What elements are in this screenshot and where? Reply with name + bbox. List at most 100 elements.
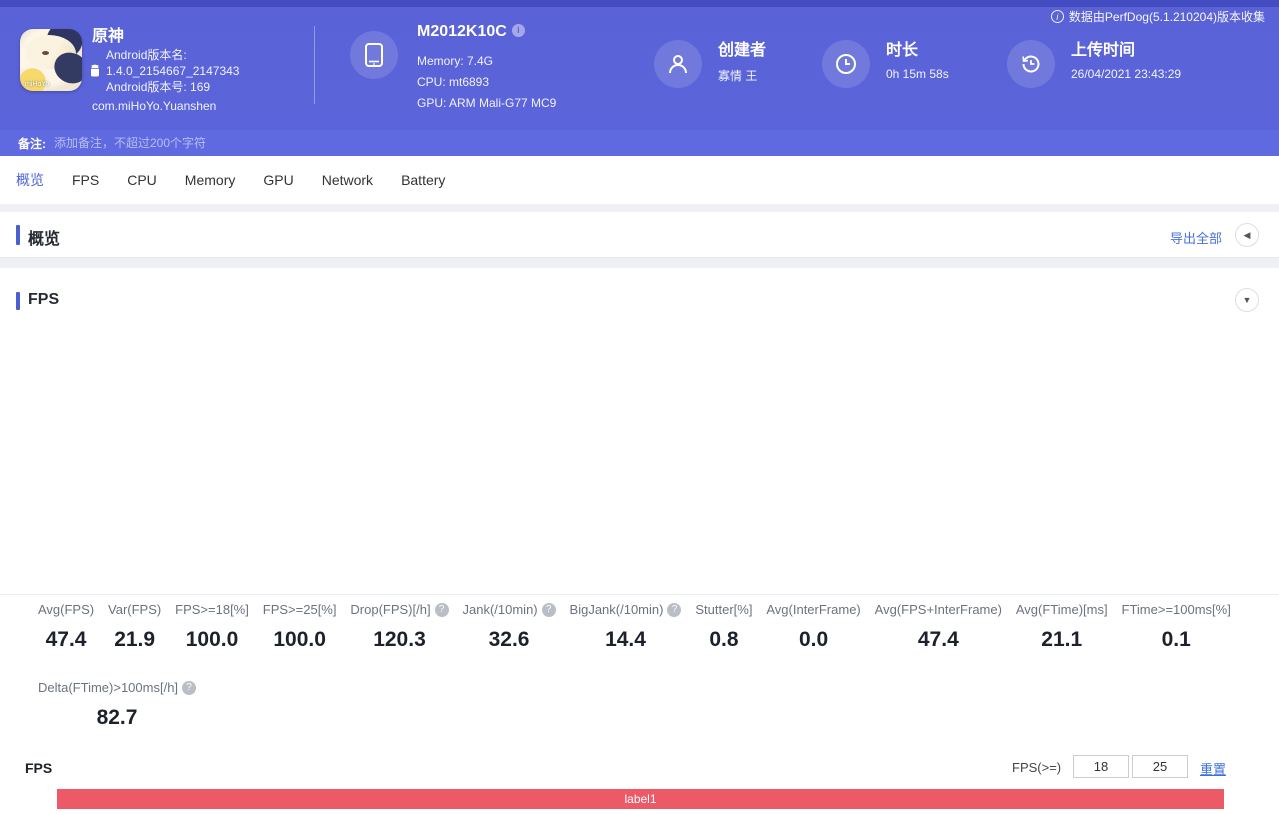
duration-label: 时长 (886, 36, 918, 60)
note-label: 备注: (18, 135, 46, 152)
accent-bar (16, 225, 20, 245)
upload-time-value: 26/04/2021 23:43:29 (1071, 67, 1181, 81)
stat-FPS>=25[%]: FPS>=25[%] 100.0 (263, 602, 337, 652)
stat-Avg(FTime)[ms]: Avg(FTime)[ms] 21.1 (1016, 602, 1108, 652)
stat-label: Avg(FPS+InterFrame) (875, 602, 1002, 617)
fps-stats-row: Avg(FPS)47.4Var(FPS)21.9FPS>=18[%]100.0F… (0, 602, 1279, 652)
upload-time-label: 上传时间 (1071, 36, 1135, 60)
stat-Delta(FTime)>100ms[/h]: Delta(FTime)>100ms[/h]? 82.7 (38, 680, 196, 730)
phone-icon (363, 42, 385, 68)
report-header: miHoYo 原神 Android版本名: 1.4.0_2154667_2147… (0, 0, 1279, 130)
perfdog-report-page: miHoYo 原神 Android版本名: 1.4.0_2154667_2147… (0, 0, 1279, 814)
app-name: 原神 (92, 22, 124, 46)
stat-Avg(FPS): Avg(FPS)47.4 (38, 602, 94, 652)
overview-title: 概览 (28, 225, 60, 249)
fps-stats-row-2: Delta(FTime)>100ms[/h]? 82.7 (38, 680, 196, 730)
tab-FPS[interactable]: FPS (72, 172, 99, 188)
fps-threshold-input-2[interactable] (1132, 755, 1188, 778)
history-icon (1019, 52, 1043, 76)
stat-Var(FPS): Var(FPS) 21.9 (108, 602, 161, 652)
device-info-icon[interactable]: i (512, 24, 525, 37)
stat-label: FTime>=100ms[%] (1122, 602, 1231, 617)
stat-FPS>=18[%]: FPS>=18[%] 100.0 (175, 602, 249, 652)
stat-FTime>=100ms[%]: FTime>=100ms[%] 0.1 (1122, 602, 1231, 652)
stat-label: Delta(FTime)>100ms[/h] (38, 680, 178, 695)
upload-time-icon-circle (1007, 40, 1055, 88)
stat-value: 100.0 (263, 628, 337, 652)
app-version-label: Android版本名: (106, 47, 239, 63)
app-icon-brand: miHoYo (25, 81, 49, 88)
stat-value: 0.8 (695, 628, 752, 652)
device-gpu: GPU: ARM Mali-G77 MC9 (417, 93, 556, 114)
note-bar: 备注: (0, 130, 1279, 156)
tab-Network[interactable]: Network (322, 172, 373, 188)
stat-value: 32.6 (462, 628, 555, 652)
fps-section-title: FPS (28, 291, 59, 309)
stat-label: Var(FPS) (108, 602, 161, 617)
stat-label: FPS>=25[%] (263, 602, 337, 617)
stat-value: 120.3 (350, 628, 448, 652)
stat-value: 14.4 (570, 628, 682, 652)
stat-label: FPS>=18[%] (175, 602, 249, 617)
tab-Battery[interactable]: Battery (401, 172, 445, 188)
tab-CPU[interactable]: CPU (127, 172, 157, 188)
collapse-left-button[interactable]: ◀ (1235, 223, 1259, 247)
creator-icon-circle (654, 40, 702, 88)
stat-label: Drop(FPS)[/h] (350, 602, 430, 617)
stat-label: Stutter[%] (695, 602, 752, 617)
stat-value: 21.1 (1016, 628, 1108, 652)
duration-icon-circle (822, 40, 870, 88)
tab-GPU[interactable]: GPU (263, 172, 293, 188)
stat-label: Avg(FPS) (38, 602, 94, 617)
fps-overview-card: FPS ▼ Avg(FPS)47.4Var(FPS)21.9FPS>=18[%]… (0, 268, 1279, 814)
fps-filter-label: FPS(>=) (1012, 760, 1061, 775)
collect-note-text: 数据由PerfDog(5.1.210204)版本收集 (1069, 8, 1265, 25)
info-icon: i (1051, 10, 1064, 23)
stat-value: 82.7 (38, 706, 196, 730)
clock-icon (834, 52, 858, 76)
stat-BigJank(/10min): BigJank(/10min)? 14.4 (570, 602, 682, 652)
help-icon[interactable]: ? (667, 603, 681, 617)
stat-Avg(FPS+InterFrame): Avg(FPS+InterFrame) 47.4 (875, 602, 1002, 652)
android-icon (88, 64, 102, 79)
fps-chart-svg: 05101621263136424752012300:0000:4801:360… (0, 809, 1279, 814)
person-icon (666, 52, 690, 76)
header-divider (314, 26, 315, 104)
stat-value: 0.1 (1122, 628, 1231, 652)
separator (0, 258, 1279, 268)
device-cpu: CPU: mt6893 (417, 72, 556, 93)
creator-value: 寡情 王 (718, 67, 757, 84)
stat-value: 100.0 (175, 628, 249, 652)
stat-label: Avg(FTime)[ms] (1016, 602, 1108, 617)
header-top-strip (0, 0, 1279, 7)
collapse-down-button[interactable]: ▼ (1235, 288, 1259, 312)
device-icon-circle (350, 31, 398, 79)
app-package: com.miHoYo.Yuanshen (92, 99, 216, 113)
device-model: M2012K10C (417, 23, 507, 40)
stat-label: Jank(/10min) (462, 602, 537, 617)
export-all-link[interactable]: 导出全部 (1170, 228, 1222, 247)
fps-threshold-input-1[interactable] (1073, 755, 1129, 778)
help-icon[interactable]: ? (542, 603, 556, 617)
separator (0, 205, 1279, 212)
help-icon[interactable]: ? (182, 681, 196, 695)
creator-label: 创建者 (718, 36, 766, 60)
app-icon: miHoYo (20, 29, 82, 91)
stat-label: Avg(InterFrame) (766, 602, 860, 617)
chart-label-band: label1 (57, 789, 1224, 809)
tab-Memory[interactable]: Memory (185, 172, 236, 188)
help-icon[interactable]: ? (435, 603, 449, 617)
duration-value: 0h 15m 58s (886, 67, 949, 81)
stat-value: 21.9 (108, 628, 161, 652)
tab-bar: 概览 FPS CPU Memory GPU Network Battery (0, 156, 1279, 205)
overview-header-row: 概览 导出全部 ◀ (0, 212, 1279, 258)
app-version-value: 1.4.0_2154667_2147343 (106, 63, 239, 79)
stat-label: BigJank(/10min) (570, 602, 664, 617)
tab-概览[interactable]: 概览 (16, 170, 44, 190)
note-input[interactable] (54, 136, 654, 150)
stat-Drop(FPS)[/h]: Drop(FPS)[/h]? 120.3 (350, 602, 448, 652)
stat-value: 47.4 (875, 628, 1002, 652)
stat-Avg(InterFrame): Avg(InterFrame)0.0 (766, 602, 860, 652)
reset-link[interactable]: 重置 (1200, 759, 1226, 778)
accent-bar (16, 292, 20, 310)
